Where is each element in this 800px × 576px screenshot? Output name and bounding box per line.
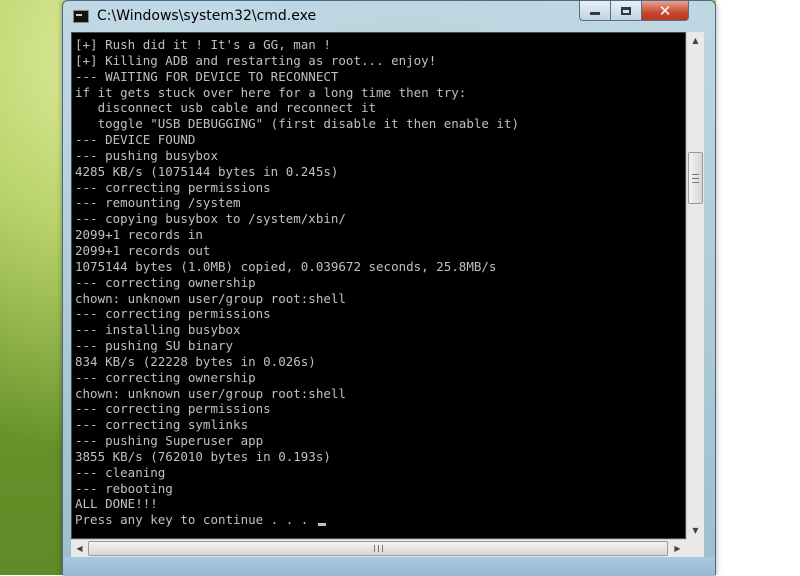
console-line: --- correcting ownership [75, 274, 256, 290]
window-title: C:\Windows\system32\cmd.exe [97, 8, 317, 24]
console-line: --- rebooting [75, 480, 173, 496]
console-line: disconnect usb cable and reconnect it [75, 100, 377, 116]
console-line: 4285 KB/s (1075144 bytes in 0.245s) [75, 163, 339, 179]
maximize-icon [621, 6, 631, 15]
console-line: --- copying busybox to /system/xbin/ [75, 211, 346, 227]
grip-icon [692, 173, 699, 183]
console-line: --- pushing Superuser app [75, 433, 264, 449]
scroll-left-button[interactable]: ◀ [71, 540, 88, 557]
console-line: --- correcting permissions [75, 306, 271, 322]
resize-grip[interactable] [686, 539, 704, 557]
grip-icon [373, 545, 383, 552]
console-line: chown: unknown user/group root:shell [75, 385, 346, 401]
chevron-right-icon: ▶ [674, 544, 681, 553]
chevron-left-icon: ◀ [76, 544, 83, 553]
scroll-down-button[interactable]: ▼ [687, 522, 704, 539]
console-line: --- WAITING FOR DEVICE TO RECONNECT [75, 68, 339, 84]
console-line: [+] Killing ADB and restarting as root..… [75, 52, 437, 68]
console-line: --- correcting symlinks [75, 417, 249, 433]
text-cursor [317, 523, 326, 527]
console-lines: [+] Rush did it ! It's a GG, man ! [+] Ki… [75, 37, 519, 528]
scroll-right-button[interactable]: ▶ [669, 540, 686, 557]
close-icon: ✕ [658, 1, 672, 20]
chevron-up-icon: ▲ [692, 36, 699, 45]
console-line: 1075144 bytes (1.0MB) copied, 0.039672 s… [75, 258, 497, 274]
console-line: --- remounting /system [75, 195, 241, 211]
console-output[interactable]: [+] Rush did it ! It's a GG, man ! [+] Ki… [71, 32, 686, 539]
console-line: --- correcting permissions [75, 401, 271, 417]
vertical-scroll-thumb[interactable] [688, 152, 703, 204]
console-line: 3855 KB/s (762010 bytes in 0.193s) [75, 448, 331, 464]
maximize-button[interactable] [610, 1, 642, 21]
window-frame-bottom [63, 557, 715, 576]
console-line: toggle "USB DEBUGGING" (first disable it… [75, 116, 520, 132]
console-line: --- correcting permissions [75, 179, 271, 195]
vertical-scrollbar[interactable]: ▲ ▼ [686, 32, 704, 539]
minimize-button[interactable] [579, 1, 611, 21]
console-line: 2099+1 records in [75, 227, 203, 243]
cmd-icon[interactable] [73, 10, 89, 23]
close-button[interactable]: ✕ [641, 1, 689, 21]
minimize-icon [590, 12, 600, 15]
console-line: [+] Rush did it ! It's a GG, man ! [75, 37, 331, 52]
console-line: --- cleaning [75, 464, 166, 480]
horizontal-scrollbar[interactable]: ◀ ▶ [71, 539, 704, 557]
horizontal-scroll-thumb[interactable] [88, 541, 668, 556]
console-line: --- correcting ownership [75, 369, 256, 385]
console-line: chown: unknown user/group root:shell [75, 290, 346, 306]
console-line: --- DEVICE FOUND [75, 132, 196, 148]
console-line: 2099+1 records out [75, 242, 211, 258]
console-line: --- pushing SU binary [75, 338, 234, 354]
console-line: --- pushing busybox [75, 147, 218, 163]
chevron-down-icon: ▼ [692, 526, 699, 535]
console-line: if it gets stuck over here for a long ti… [75, 84, 467, 100]
cmd-window: C:\Windows\system32\cmd.exe ✕ [+] Rush d… [62, 0, 716, 576]
scroll-up-button[interactable]: ▲ [687, 32, 704, 49]
console-line: 834 KB/s (22228 bytes in 0.026s) [75, 353, 316, 369]
console-line: ALL DONE!!! [75, 496, 158, 512]
console-line: Press any key to continue . . . [75, 512, 519, 528]
console-line: --- installing busybox [75, 322, 241, 338]
